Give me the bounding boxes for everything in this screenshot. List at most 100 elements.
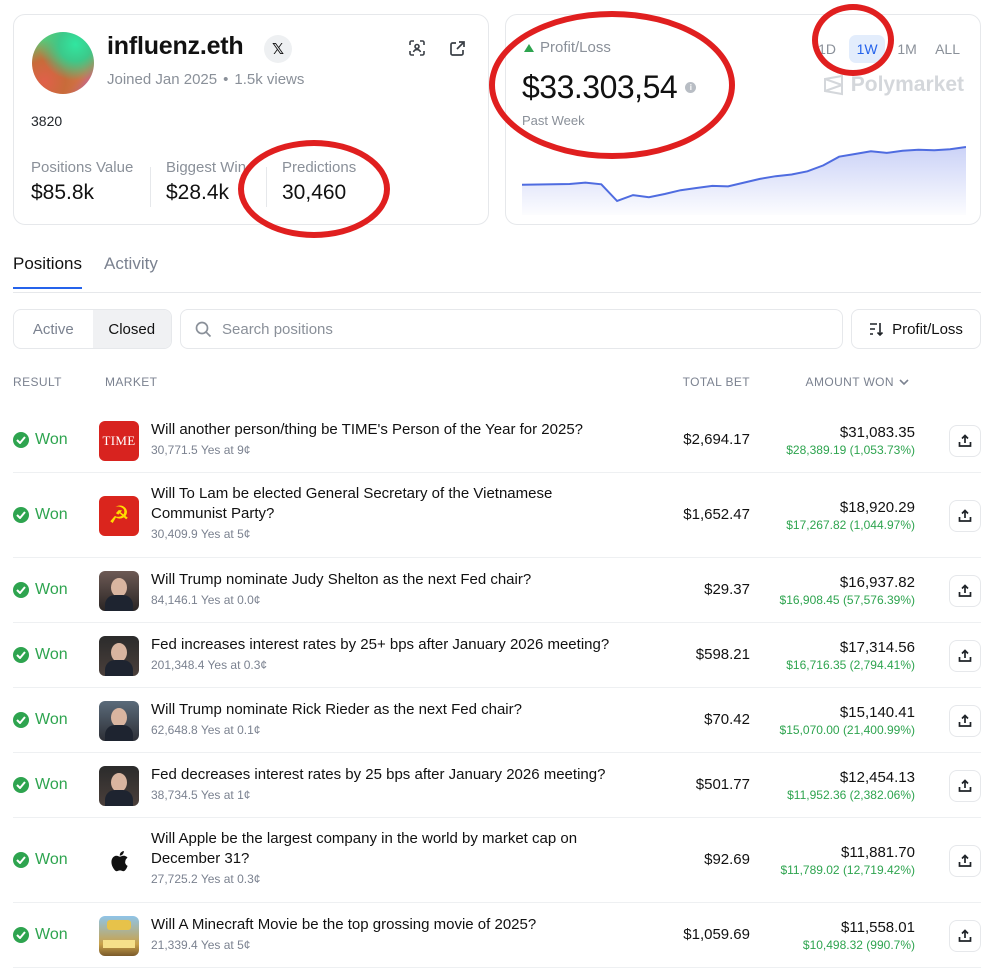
amount-won-value: $11,881.70 bbox=[841, 843, 915, 861]
total-bet: $29.37 bbox=[704, 580, 750, 598]
share-button[interactable] bbox=[949, 704, 981, 737]
share-button[interactable] bbox=[949, 424, 981, 457]
meta-separator: • bbox=[223, 71, 229, 88]
chevron-down-icon bbox=[899, 378, 909, 385]
amount-won-gain: $11,789.02 (12,719.42%) bbox=[780, 862, 915, 877]
market-title[interactable]: Will Trump nominate Rick Rieder as the n… bbox=[151, 700, 631, 738]
amount-won-value: $11,558.01 bbox=[841, 918, 915, 936]
table-row[interactable]: Won Will Trump nominate Rick Rieder as th… bbox=[13, 688, 981, 753]
table-row[interactable]: Won Will Apple be the largest company in … bbox=[13, 818, 981, 903]
range-tab-1w[interactable]: 1W bbox=[849, 35, 886, 63]
column-header-total-bet[interactable]: TOTAL BET bbox=[683, 375, 750, 389]
market-question: Will A Minecraft Movie be the top grossi… bbox=[151, 916, 537, 933]
amount-won-gain: $10,498.32 (990.7%) bbox=[802, 937, 915, 952]
filter-closed-button[interactable]: Closed bbox=[92, 310, 171, 348]
info-icon[interactable]: i bbox=[685, 82, 697, 93]
amount-won-gain: $11,952.36 (2,382.06%) bbox=[787, 787, 915, 802]
table-row[interactable]: Won Fed increases interest rates by 25+ b… bbox=[13, 623, 981, 688]
search-box bbox=[180, 309, 843, 349]
tab-positions[interactable]: Positions bbox=[13, 254, 82, 289]
username: influenz.eth bbox=[107, 32, 244, 60]
stat-label: Positions Value bbox=[31, 159, 134, 176]
amount-won-value: $31,083.35 bbox=[839, 423, 915, 441]
sort-button[interactable]: Profit/Loss bbox=[851, 309, 981, 349]
market-question: Will another person/thing be TIME's Pers… bbox=[151, 421, 584, 438]
amount-won-gain: $28,389.19 (1,053.73%) bbox=[786, 442, 915, 457]
share-button[interactable] bbox=[949, 769, 981, 802]
share-icon bbox=[958, 583, 972, 597]
check-circle-icon bbox=[13, 506, 29, 523]
share-icon bbox=[958, 853, 972, 867]
result-label: Won bbox=[35, 775, 68, 793]
share-button[interactable] bbox=[949, 499, 981, 532]
market-position: 30,409.9 Yes at 5¢ bbox=[151, 527, 251, 541]
share-button[interactable] bbox=[949, 844, 981, 877]
amount-won-gain: $15,070.00 (21,400.99%) bbox=[779, 722, 915, 737]
stat-value: $28.4k bbox=[166, 181, 230, 204]
check-circle-icon bbox=[13, 851, 29, 868]
market-thumbnail[interactable] bbox=[99, 700, 139, 741]
polymarket-icon bbox=[823, 74, 843, 96]
amount-won-value: $16,937.82 bbox=[839, 573, 915, 591]
market-thumbnail[interactable] bbox=[99, 765, 139, 806]
avatar[interactable] bbox=[32, 32, 94, 94]
thumbnail-text: TIME bbox=[102, 432, 136, 448]
amount-won: $16,937.82 $16,908.45 (57,576.39%) bbox=[780, 573, 915, 608]
market-title[interactable]: Will Apple be the largest company in the… bbox=[151, 829, 631, 887]
tab-activity[interactable]: Activity bbox=[104, 254, 158, 289]
market-thumbnail[interactable] bbox=[99, 635, 139, 676]
table-row[interactable]: Won Will Trump nominate Judy Shelton as t… bbox=[13, 558, 981, 623]
brand-name: Polymarket bbox=[850, 73, 964, 96]
stat-divider bbox=[266, 167, 267, 207]
table-row[interactable]: Won TIME Will another person/thing be TIME… bbox=[13, 408, 981, 473]
range-tab-1m[interactable]: 1M bbox=[889, 35, 925, 63]
search-input[interactable] bbox=[222, 320, 782, 338]
check-circle-icon bbox=[13, 581, 29, 598]
amount-won: $31,083.35 $28,389.19 (1,053.73%) bbox=[786, 423, 915, 458]
share-button[interactable] bbox=[949, 639, 981, 672]
market-thumbnail[interactable]: TIME bbox=[99, 420, 139, 461]
filter-active-button[interactable]: Active bbox=[14, 310, 93, 348]
range-tab-all[interactable]: ALL bbox=[929, 35, 966, 63]
pnl-chart bbox=[522, 146, 966, 215]
market-position: 84,146.1 Yes at 0.0¢ bbox=[151, 593, 261, 607]
sort-label: Profit/Loss bbox=[892, 320, 963, 338]
column-header-amount-won[interactable]: AMOUNT WON bbox=[806, 375, 909, 389]
check-circle-icon bbox=[13, 926, 29, 943]
share-button[interactable] bbox=[949, 574, 981, 607]
market-title[interactable]: Will another person/thing be TIME's Pers… bbox=[151, 420, 631, 458]
range-tab-1d[interactable]: 1D bbox=[809, 35, 845, 63]
external-link-icon[interactable] bbox=[446, 37, 468, 59]
result-label: Won bbox=[35, 430, 68, 448]
market-position: 38,734.5 Yes at 1¢ bbox=[151, 788, 251, 802]
table-row[interactable]: Won Fed decreases interest rates by 25 bp… bbox=[13, 753, 981, 818]
stat-predictions: Predictions 30,460 bbox=[282, 159, 361, 205]
pnl-label-text: Profit/Loss bbox=[540, 39, 611, 56]
check-circle-icon bbox=[13, 776, 29, 793]
amount-won-value: $17,314.56 bbox=[839, 638, 915, 656]
result-label: Won bbox=[35, 710, 68, 728]
x-icon[interactable]: 𝕏 bbox=[264, 35, 292, 63]
market-title[interactable]: Fed decreases interest rates by 25 bps a… bbox=[151, 765, 631, 803]
table-row[interactable]: Won ☭ Will To Lam be elected General Secre… bbox=[13, 473, 981, 558]
scan-icon[interactable] bbox=[406, 37, 428, 59]
amount-won-gain: $16,716.35 (2,794.41%) bbox=[786, 657, 915, 672]
market-thumbnail[interactable] bbox=[99, 570, 139, 611]
market-thumbnail[interactable] bbox=[99, 840, 139, 881]
share-button[interactable] bbox=[949, 919, 981, 952]
market-position: 30,771.5 Yes at 9¢ bbox=[151, 443, 251, 457]
total-bet: $598.21 bbox=[695, 645, 750, 663]
market-title[interactable]: Fed increases interest rates by 25+ bps … bbox=[151, 635, 631, 673]
market-title[interactable]: Will Trump nominate Judy Shelton as the … bbox=[151, 570, 631, 608]
apple-logo-icon bbox=[111, 850, 128, 871]
check-circle-icon bbox=[13, 646, 29, 663]
market-title[interactable]: Will A Minecraft Movie be the top grossi… bbox=[151, 915, 631, 953]
market-thumbnail[interactable] bbox=[99, 915, 139, 956]
pnl-amount: $33.303,54 bbox=[522, 69, 678, 105]
market-position: 201,348.4 Yes at 0.3¢ bbox=[151, 658, 268, 672]
market-question: Will Trump nominate Judy Shelton as the … bbox=[151, 571, 532, 588]
market-thumbnail[interactable]: ☭ bbox=[99, 495, 139, 536]
market-title[interactable]: Will To Lam be elected General Secretary… bbox=[151, 484, 631, 542]
result-label: Won bbox=[35, 645, 68, 663]
table-row[interactable]: Won Will A Minecraft Movie be the top gro… bbox=[13, 903, 981, 968]
